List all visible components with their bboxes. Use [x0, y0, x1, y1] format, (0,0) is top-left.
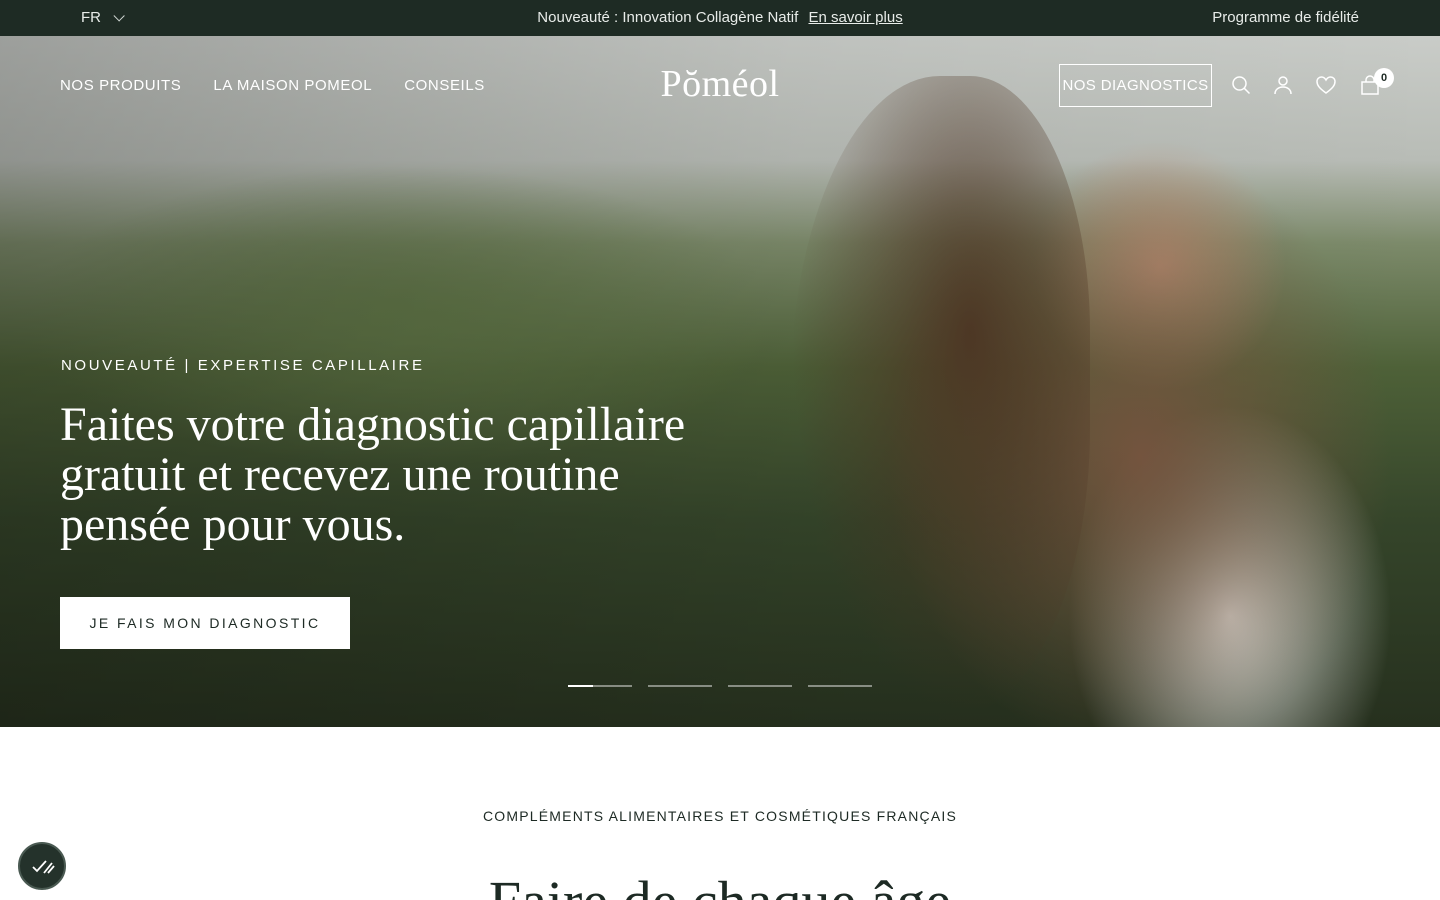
slide-indicator-2[interactable]: [648, 685, 712, 687]
heart-icon[interactable]: [1315, 74, 1337, 96]
slide-indicator-3[interactable]: [728, 685, 792, 687]
hero-eyebrow: NOUVEAUTÉ | EXPERTISE CAPILLAIRE: [61, 357, 425, 374]
announcement-link[interactable]: En savoir plus: [808, 9, 902, 26]
brand-logo[interactable]: Pŏméol: [0, 62, 1440, 106]
search-icon[interactable]: [1230, 74, 1252, 96]
start-diagnostic-button[interactable]: JE FAIS MON DIAGNOSTIC: [60, 597, 350, 649]
cookie-consent-button[interactable]: [18, 842, 66, 890]
slider-pagination: [568, 685, 872, 687]
slide-indicator-4[interactable]: [808, 685, 872, 687]
diagnostics-button[interactable]: NOS DIAGNOSTICS: [1059, 64, 1212, 107]
cart-count-badge: 0: [1374, 68, 1394, 88]
hero-headline: Faites votre diagnostic capillaire gratu…: [60, 398, 686, 551]
checkmark-icon: [32, 860, 55, 874]
slide-indicator-1[interactable]: [568, 685, 632, 687]
section-kicker: COMPLÉMENTS ALIMENTAIRES ET COSMÉTIQUES …: [482, 808, 958, 824]
announcement-text: Nouveauté : Innovation Collagène Natif: [537, 9, 799, 26]
section-title: Faire de chaque âge: [0, 868, 1440, 900]
account-icon[interactable]: [1272, 74, 1294, 96]
announcement-bar: FR Nouveauté : Innovation Collagène Nati…: [0, 0, 1440, 36]
loyalty-program-link[interactable]: Programme de fidélité: [1212, 9, 1359, 26]
